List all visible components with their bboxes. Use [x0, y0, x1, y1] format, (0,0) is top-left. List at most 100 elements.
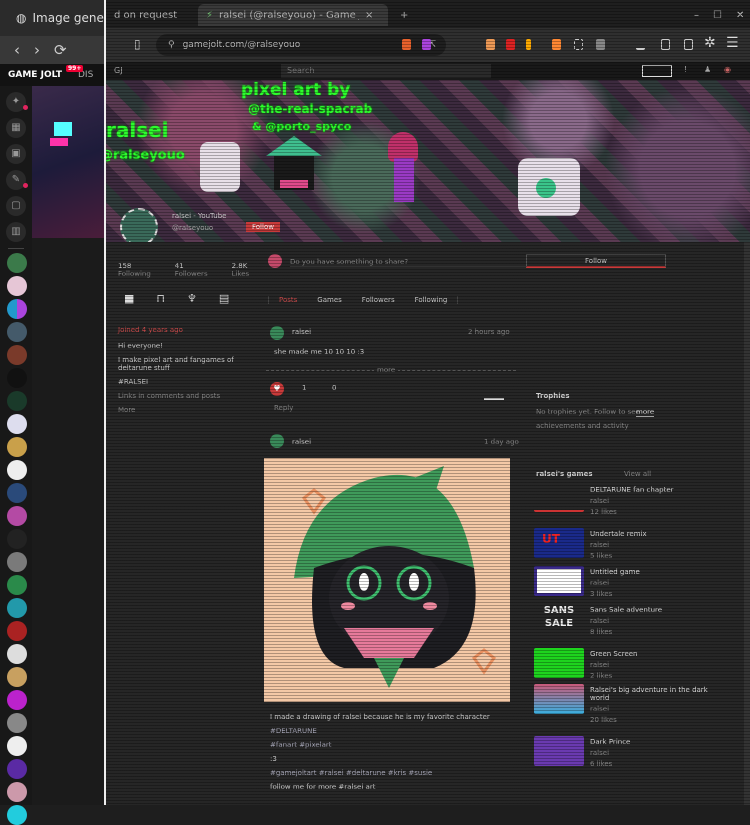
account-button[interactable] [642, 65, 672, 77]
view-all-games-link[interactable]: View all [624, 470, 651, 478]
community-avatar[interactable] [7, 598, 27, 618]
community-avatar[interactable] [7, 391, 27, 411]
about-more-link[interactable]: More [118, 406, 248, 414]
downloads-icon[interactable] [636, 39, 645, 50]
game-thumbnail[interactable] [534, 648, 584, 678]
community-avatar[interactable] [7, 345, 27, 365]
brave-shield-icon[interactable] [402, 39, 411, 50]
friends-icon[interactable]: ♟ [704, 65, 711, 74]
minimize-icon[interactable]: – [694, 10, 699, 21]
wallet-icon[interactable] [661, 39, 670, 50]
discover-icon[interactable]: ✦ [6, 92, 28, 112]
screenshot-icon[interactable] [574, 39, 583, 50]
tab-following[interactable]: Following [405, 296, 458, 304]
reload-icon[interactable]: ⟳ [54, 41, 67, 59]
community-avatar[interactable] [7, 644, 27, 664]
profile-avatar[interactable] [120, 208, 158, 242]
game-thumbnail[interactable]: UT [534, 528, 584, 558]
shop-icon[interactable]: ⊓ [156, 292, 165, 305]
post-author-avatar[interactable] [270, 326, 284, 340]
game-item[interactable]: Undertale remix ralsei 5 likes [590, 530, 710, 560]
community-avatar[interactable] [7, 368, 27, 388]
community-avatar[interactable] [7, 529, 27, 549]
game-item[interactable]: Ralsei's big adventure in the dark world… [590, 686, 710, 724]
stat-following[interactable]: 158 Following [118, 262, 151, 278]
tab-games[interactable]: Games [307, 296, 352, 304]
community-avatar[interactable] [7, 322, 27, 342]
game-item[interactable]: Dark Prince ralsei 6 likes [590, 738, 710, 768]
activity-icon[interactable]: ✎ [6, 170, 28, 190]
community-avatar[interactable] [7, 483, 27, 503]
post-author-avatar[interactable] [270, 434, 284, 448]
community-avatar[interactable] [7, 713, 27, 733]
community-avatar[interactable] [7, 276, 27, 296]
background-tab[interactable]: ◍ Image gene [0, 0, 104, 36]
game-item[interactable]: DELTARUNE fan chapter ralsei 12 likes [590, 486, 710, 516]
community-avatar[interactable] [7, 621, 27, 641]
community-avatar[interactable] [7, 575, 27, 595]
community-avatar[interactable] [7, 299, 27, 319]
community-avatar[interactable] [7, 437, 27, 457]
new-tab-button[interactable]: + [392, 4, 416, 26]
game-item[interactable]: Untitled game ralsei 3 likes [590, 568, 710, 598]
comment-count[interactable]: 0 [332, 384, 336, 392]
close-window-icon[interactable]: ✕ [736, 10, 744, 21]
game-thumbnail[interactable]: SANS SALE [534, 604, 584, 634]
banner-follow-button[interactable]: Follow [246, 222, 280, 232]
extension-icon[interactable] [552, 39, 561, 50]
settings-icon[interactable]: ✲ [704, 35, 716, 51]
game-item[interactable]: Sans Sale adventure ralsei 8 likes [590, 606, 710, 636]
back-icon[interactable]: ‹ [14, 41, 20, 59]
game-thumbnail[interactable] [534, 684, 584, 714]
post-author[interactable]: ralsei [292, 328, 311, 336]
community-avatar[interactable] [7, 506, 27, 526]
reply-button[interactable]: Reply [274, 404, 293, 412]
trophy-icon[interactable]: ♆ [187, 292, 197, 305]
tab-followers[interactable]: Followers [352, 296, 405, 304]
community-avatar[interactable] [7, 414, 27, 434]
site-search-input[interactable]: Search [281, 64, 491, 78]
community-avatar[interactable] [7, 805, 27, 825]
game-thumbnail[interactable] [534, 566, 584, 596]
community-avatar[interactable] [7, 759, 27, 779]
follow-button[interactable]: Follow [526, 254, 666, 268]
bell-icon[interactable]: ! [684, 65, 687, 74]
sidebar-icon[interactable] [684, 39, 693, 50]
compose-input[interactable]: Do you have something to share? [290, 258, 540, 267]
community-avatar[interactable] [7, 736, 27, 756]
tab[interactable]: d on request [106, 4, 185, 26]
maximize-icon[interactable]: ☐ [713, 10, 722, 21]
menu-icon[interactable]: ☰ [726, 35, 739, 51]
stat-followers[interactable]: 41 Followers [175, 262, 208, 278]
sidebar-toggle-icon[interactable]: ▯ [134, 37, 141, 51]
tab-active[interactable]: ⚡ ralsei (@ralseyouo) - Game Jolt × [198, 4, 388, 26]
extension-icon[interactable] [506, 39, 515, 50]
game-item[interactable]: Green Screen ralsei 2 likes [590, 650, 710, 680]
tab-posts[interactable]: Posts [269, 296, 307, 304]
hashtag-line[interactable]: #DELTARUNE [270, 724, 490, 738]
hashtag-line[interactable]: #gamejoltart #ralsei #deltarune #kris #s… [270, 766, 490, 780]
game-thumbnail[interactable] [534, 482, 584, 512]
rewards-icon[interactable] [422, 39, 431, 50]
scrollbar[interactable] [744, 242, 750, 805]
library-icon[interactable]: ▥ [6, 222, 26, 242]
site-logo[interactable]: GJ [114, 66, 123, 75]
stat-likes[interactable]: 2.8K Likes [232, 262, 250, 278]
community-avatar[interactable] [7, 253, 27, 273]
extension-icon[interactable] [596, 39, 605, 50]
post-menu[interactable] [484, 398, 504, 400]
community-avatar[interactable] [7, 690, 27, 710]
community-avatar[interactable] [7, 782, 27, 802]
community-avatar[interactable] [7, 552, 27, 572]
bag-icon[interactable]: ▣ [6, 144, 26, 164]
store-icon[interactable]: ▦ [6, 118, 26, 138]
community-avatar[interactable] [7, 460, 27, 480]
hashtag-line[interactable]: #fanart #pixelart [270, 738, 490, 752]
games-icon[interactable]: ■ [124, 292, 134, 305]
extension-icon[interactable] [486, 39, 495, 50]
post-author[interactable]: ralsei [292, 438, 311, 446]
like-button[interactable]: ♥ [270, 382, 284, 396]
trophies-more-link[interactable]: more [636, 408, 655, 417]
forward-icon[interactable]: › [34, 41, 40, 59]
extension-icon[interactable] [526, 39, 531, 50]
